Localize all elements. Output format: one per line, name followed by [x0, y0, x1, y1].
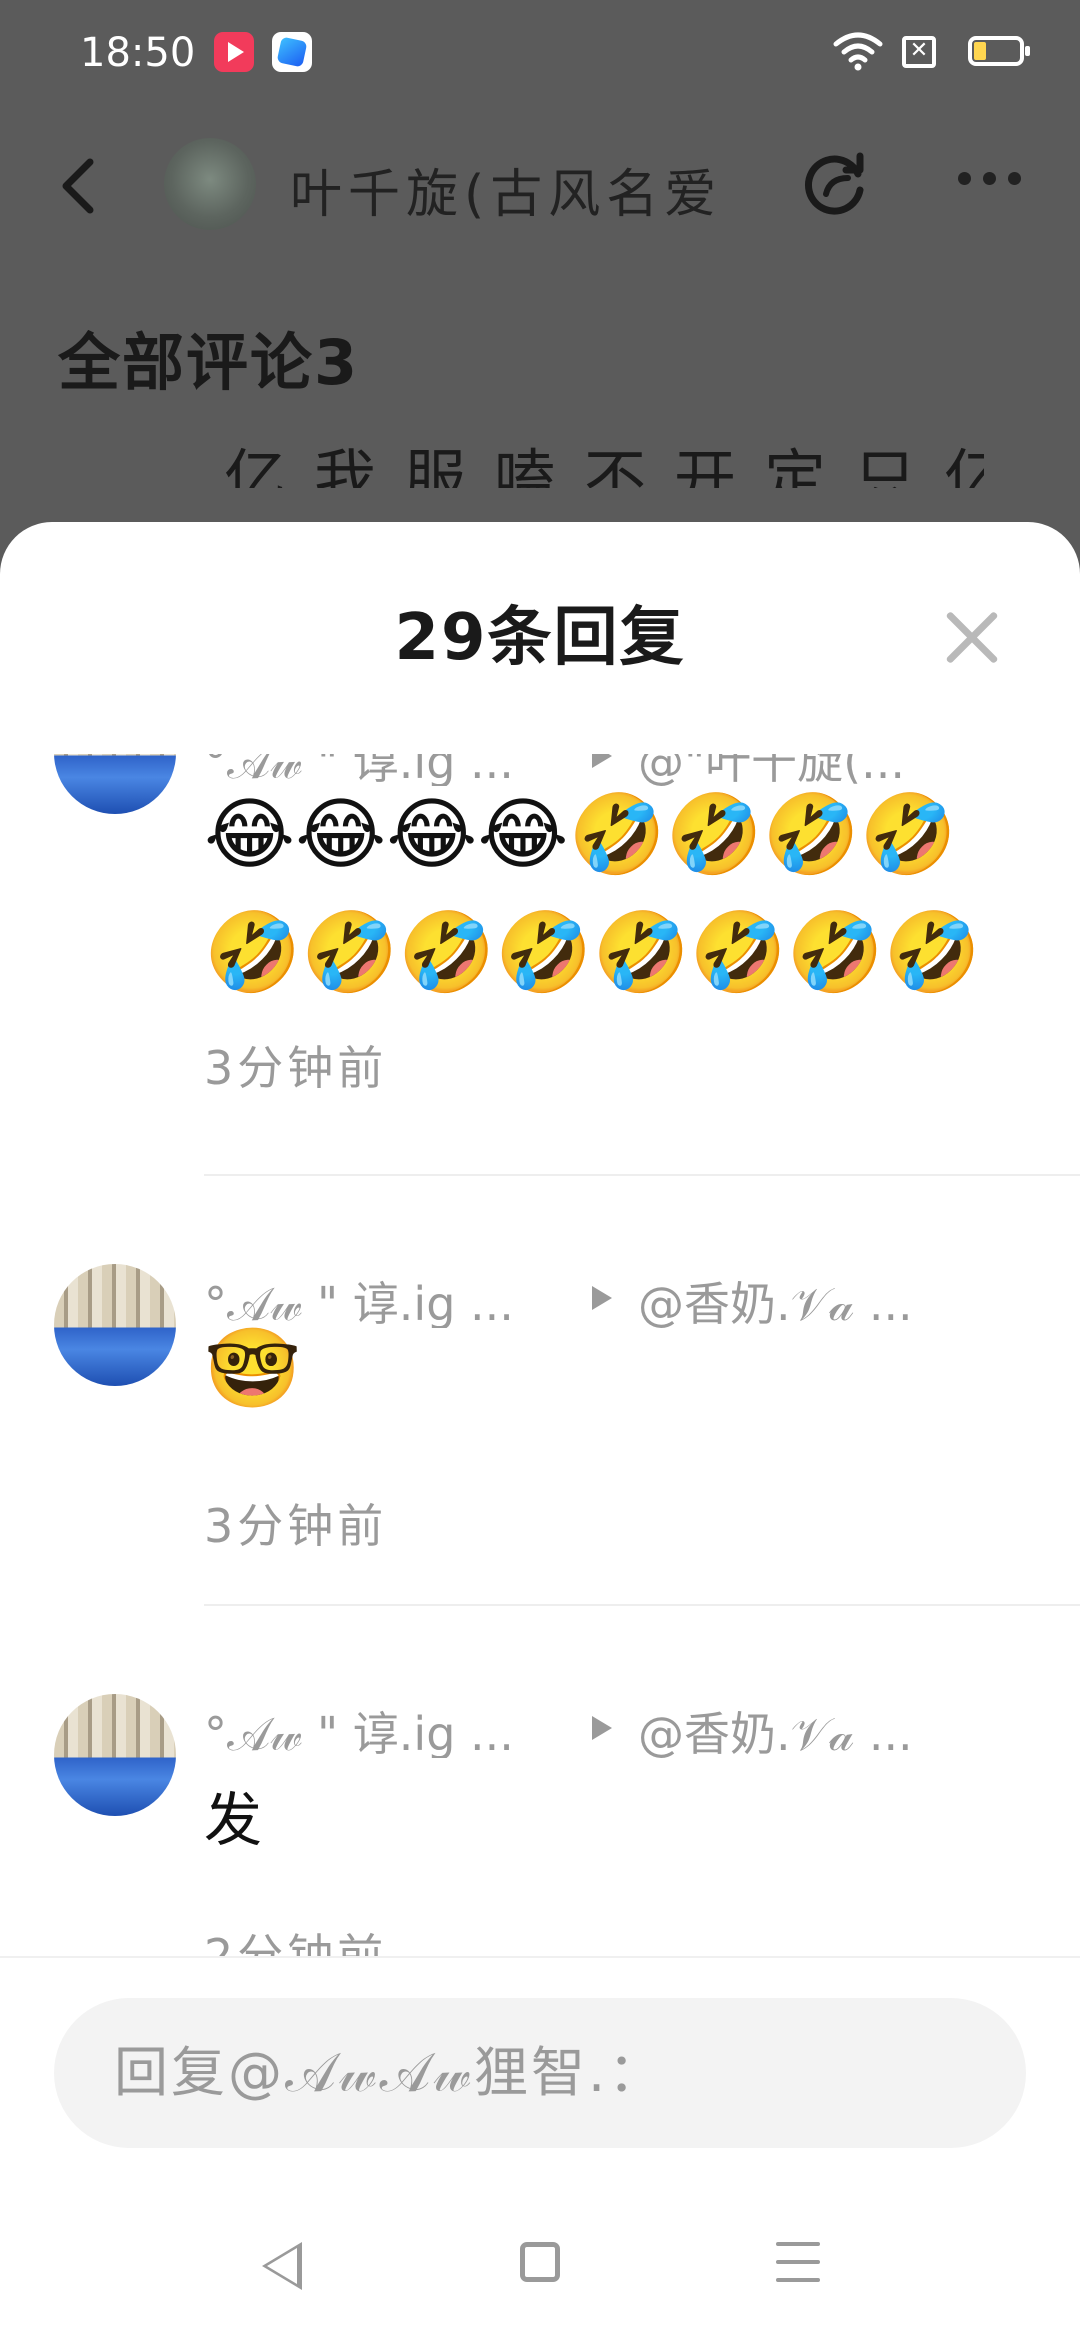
no-sim-icon: ✕: [902, 36, 936, 68]
avatar[interactable]: [54, 1694, 176, 1816]
reply-arrow-icon: [592, 1286, 612, 1310]
avatar[interactable]: [54, 754, 176, 814]
comments-heading: 全部评论3: [58, 326, 360, 399]
reply-list[interactable]: °𝒜𝓌 " 谆.ig ... @"叶千旋(... 😂😂😂😂🤣🤣🤣🤣🤣🤣🤣🤣🤣🤣🤣🤣…: [0, 754, 1080, 1982]
sheet-title: 29条回复: [394, 601, 686, 675]
author-avatar[interactable]: [164, 138, 256, 230]
reply-time: 3分钟前: [204, 1041, 388, 1095]
replies-sheet: 29条回复 °𝒜𝓌 " 谆.ig ... @"叶千旋(... 😂😂😂😂🤣🤣🤣🤣🤣🤣…: [0, 522, 1080, 2340]
author-name[interactable]: 叶千旋(古风名爱: [290, 152, 760, 222]
reply-header: °𝒜𝓌 " 谆.ig ... @香奶.𝒱𝒶 ...: [204, 1698, 1024, 1758]
chevron-left-icon[interactable]: [54, 156, 104, 216]
avatar[interactable]: [54, 1264, 176, 1386]
status-time: 18:50: [80, 30, 196, 76]
reply-arrow-icon: [592, 1716, 612, 1740]
partial-comment-text: 亿我服嗑不开定只亿: [224, 442, 984, 488]
square-home-icon[interactable]: [520, 2242, 560, 2282]
share-icon[interactable]: [802, 148, 872, 218]
reply-content: 🤓: [204, 1324, 302, 1414]
menu-icon[interactable]: [776, 2242, 820, 2282]
reply-content: 😂😂😂😂🤣🤣🤣🤣🤣🤣🤣🤣🤣🤣🤣🤣: [204, 790, 981, 998]
triangle-back-icon[interactable]: [262, 2242, 302, 2290]
video-app-icon: [214, 32, 254, 72]
reply-target[interactable]: @香奶.𝒱𝒶 ...: [638, 1698, 978, 1758]
status-bar: 18:50 ✕: [0, 0, 1080, 108]
close-icon[interactable]: [944, 610, 1000, 666]
more-icon[interactable]: [958, 170, 1038, 200]
background-page: 18:50 ✕ 叶千旋(古风名爱 全部评论3 亿我服嗑不开定只亿: [0, 0, 1080, 600]
system-nav-bar: [0, 2186, 1080, 2336]
reply-content: 发: [204, 1786, 263, 1854]
divider: [204, 1174, 1080, 1176]
battery-icon: [968, 36, 1030, 66]
reply-arrow-icon: [592, 754, 612, 768]
top-nav: 叶千旋(古风名爱: [0, 130, 1080, 240]
blue-app-icon: [272, 32, 312, 72]
reply-time: 3分钟前: [204, 1499, 388, 1553]
wifi-icon: [833, 32, 883, 71]
divider: [204, 1604, 1080, 1606]
reply-input[interactable]: 回复@𝒜𝓌𝒜𝓌狸智.：: [54, 1998, 1026, 2148]
reply-username[interactable]: °𝒜𝓌 " 谆.ig ...: [204, 1698, 584, 1758]
